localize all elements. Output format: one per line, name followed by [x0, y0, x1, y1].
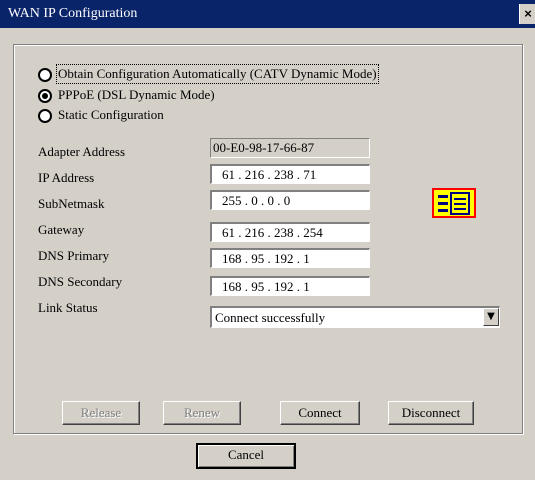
ip-address-label: IP Address	[38, 170, 95, 185]
radio-button[interactable]	[38, 89, 52, 103]
radio-label[interactable]: Obtain Configuration Automatically (CATV…	[56, 64, 379, 84]
title-bar: WAN IP Configuration ×	[0, 0, 535, 28]
close-icon[interactable]: ×	[519, 4, 535, 24]
subnet-mask-label: SubNetmask	[38, 196, 105, 211]
radio-label[interactable]: PPPoE (DSL Dynamic Mode)	[58, 87, 215, 103]
window-title: WAN IP Configuration	[8, 6, 138, 21]
gateway-field[interactable]: 61 . 216 . 238 . 254	[210, 222, 370, 242]
link-status-label: Link Status	[38, 300, 98, 315]
adapter-address-field: 00-E0-98-17-66-87	[210, 138, 370, 158]
dns-primary-field[interactable]: 168 . 95 . 192 . 1	[210, 248, 370, 268]
dns-secondary-label: DNS Secondary	[38, 274, 123, 289]
radio-button[interactable]	[38, 109, 52, 123]
cancel-button[interactable]: Cancel	[196, 443, 296, 469]
release-button[interactable]: Release	[62, 401, 140, 425]
radio-label[interactable]: Static Configuration	[58, 107, 164, 123]
network-status-icon	[432, 188, 476, 218]
radio-button[interactable]	[38, 68, 52, 82]
adapter-address-label: Adapter Address	[38, 144, 126, 159]
gateway-label: Gateway	[38, 222, 85, 237]
chevron-down-icon[interactable]: ▼	[483, 308, 499, 326]
subnet-mask-field[interactable]: 255 . 0 . 0 . 0	[210, 190, 370, 210]
disconnect-button[interactable]: Disconnect	[388, 401, 474, 425]
link-status-select[interactable]: Connect successfully ▼	[210, 306, 500, 328]
network-status-icon-graphic	[438, 192, 470, 215]
link-status-value: Connect successfully	[215, 310, 326, 325]
dns-secondary-field[interactable]: 168 . 95 . 192 . 1	[210, 276, 370, 296]
dns-primary-label: DNS Primary	[38, 248, 110, 263]
renew-button[interactable]: Renew	[163, 401, 241, 425]
ip-address-field[interactable]: 61 . 216 . 238 . 71	[210, 164, 370, 184]
connect-button[interactable]: Connect	[280, 401, 360, 425]
